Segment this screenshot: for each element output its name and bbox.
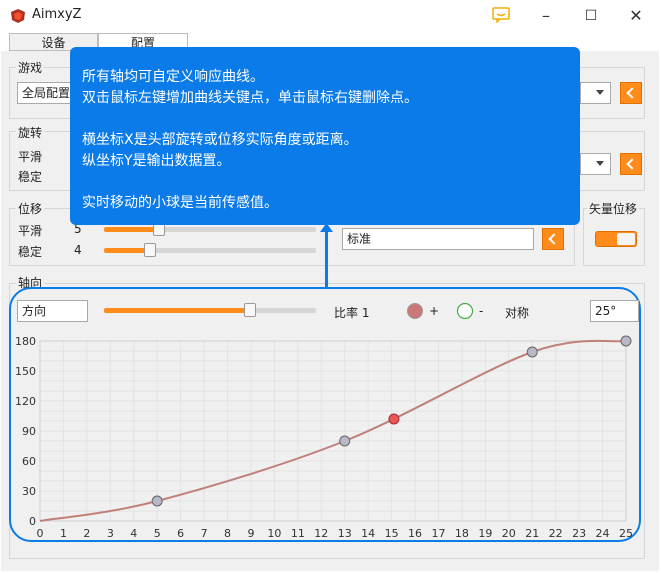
x-tick-labels: 0 1 2 3 4 5 6 7 8 9 10 11 12 13 14 15 16 17 18 19 20 21 22 23 24… xyxy=(37,527,634,540)
x-tick-label: 16 xyxy=(408,527,422,540)
minimize-button[interactable]: – xyxy=(532,4,560,28)
x-tick-label: 9 xyxy=(247,527,254,540)
game-select[interactable]: 全局配置 xyxy=(17,82,72,104)
ratio-fill xyxy=(104,308,250,313)
response-curve-chart[interactable]: 0306090120150180 0 1 2 3 4 5 6 7 8 9 10 11 12 13 14 15 1… xyxy=(0,330,661,545)
rotation-preset-select[interactable] xyxy=(580,153,611,175)
tooltip-line: 横坐标X是头部旋转或位移实际角度或距离。 xyxy=(82,132,358,148)
y-tick-label: 120 xyxy=(15,395,36,408)
tooltip-line: 所有轴均可自定义响应曲线。 xyxy=(82,69,264,85)
y-tick-label: 150 xyxy=(15,365,36,378)
x-tick-label: 24 xyxy=(596,527,610,540)
live-sensor-ball xyxy=(388,413,400,425)
rotation-group-title: 旋转 xyxy=(16,124,45,141)
add-point-label: + xyxy=(429,304,440,318)
maximize-button[interactable]: ☐ xyxy=(577,4,605,28)
x-tick-label: 3 xyxy=(107,527,114,540)
displacement-apply-button[interactable] xyxy=(542,228,564,250)
tooltip-line xyxy=(82,172,568,193)
x-tick-label: 6 xyxy=(177,527,184,540)
tooltip-connector xyxy=(325,225,328,287)
displacement-stable-value: 4 xyxy=(74,243,82,257)
y-tick-labels: 0 30 60 90 120 150 180 xyxy=(15,335,36,528)
displacement-stable-label: 稳定 xyxy=(18,245,43,259)
remove-point-radio[interactable] xyxy=(456,302,474,320)
displacement-smooth-fill xyxy=(104,227,159,232)
x-tick-label: 11 xyxy=(291,527,305,540)
y-tick-label: 0 xyxy=(29,515,36,528)
add-point-radio[interactable] xyxy=(406,302,424,320)
ratio-slider[interactable] xyxy=(244,303,256,317)
curve-keypoint[interactable] xyxy=(526,346,538,358)
rotation-smooth-label: 平滑 xyxy=(18,150,43,164)
rotation-apply-button[interactable] xyxy=(620,153,642,175)
displacement-preset-select[interactable]: 标准 xyxy=(342,228,534,250)
symmetry-label: 对称 xyxy=(505,306,530,320)
chevron-left-icon xyxy=(626,158,638,170)
x-tick-label: 21 xyxy=(525,527,539,540)
x-tick-label: 5 xyxy=(154,527,161,540)
game-group-title: 游戏 xyxy=(16,59,45,76)
game-apply-button[interactable] xyxy=(620,82,642,104)
curve-keypoint[interactable] xyxy=(151,495,163,507)
x-tick-label: 15 xyxy=(385,527,399,540)
y-tick-label: 90 xyxy=(22,425,36,438)
toggle-knob xyxy=(617,233,635,245)
x-tick-label: 7 xyxy=(201,527,208,540)
x-tick-label: 10 xyxy=(267,527,281,540)
x-tick-label: 22 xyxy=(549,527,563,540)
direction-select[interactable]: 方向 xyxy=(17,300,88,322)
tooltip-line: 实时移动的小球是当前传感值。 xyxy=(82,195,278,211)
close-button[interactable]: ✕ xyxy=(622,4,650,28)
x-tick-label: 4 xyxy=(130,527,137,540)
tooltip-arrow xyxy=(320,223,333,232)
angle-select[interactable]: 25° xyxy=(590,300,639,322)
help-tooltip: 所有轴均可自定义响应曲线。 双击鼠标左键增加曲线关键点，单击鼠标右键删除点。 横… xyxy=(70,47,580,225)
vector-displacement-toggle[interactable] xyxy=(595,231,637,247)
x-tick-label: 2 xyxy=(83,527,90,540)
tooltip-line xyxy=(82,109,568,130)
remove-point-label: - xyxy=(479,304,484,318)
y-tick-label: 60 xyxy=(22,455,36,468)
game-select-right[interactable] xyxy=(580,82,611,104)
displacement-smooth-label: 平滑 xyxy=(18,224,43,238)
ratio-label: 比率 1 xyxy=(334,306,370,320)
x-tick-label: 8 xyxy=(224,527,231,540)
displacement-group-title: 位移 xyxy=(16,200,45,217)
chart-grid xyxy=(39,340,627,522)
tooltip-line: 纵坐标Y是输出数据置。 xyxy=(82,153,231,169)
curve-keypoint[interactable] xyxy=(620,335,632,347)
x-tick-label: 18 xyxy=(455,527,469,540)
x-tick-label: 13 xyxy=(338,527,352,540)
y-tick-label: 30 xyxy=(22,485,36,498)
x-tick-label: 23 xyxy=(572,527,586,540)
window-title: AimxyZ xyxy=(32,7,82,22)
x-tick-label: 0 xyxy=(37,527,44,540)
chevron-left-icon xyxy=(548,233,560,245)
app-logo-icon xyxy=(11,9,25,23)
title-bar: AimxyZ – ☐ ✕ xyxy=(0,0,661,32)
x-tick-label: 1 xyxy=(60,527,67,540)
x-tick-label: 19 xyxy=(478,527,492,540)
curve-keypoint[interactable] xyxy=(339,435,351,447)
y-tick-label: 180 xyxy=(15,335,36,348)
x-tick-label: 12 xyxy=(314,527,328,540)
x-tick-label: 17 xyxy=(431,527,445,540)
chevron-left-icon xyxy=(626,87,638,99)
feedback-icon[interactable] xyxy=(492,7,510,24)
x-tick-label: 20 xyxy=(502,527,516,540)
vector-group-title: 矢量位移 xyxy=(587,200,640,217)
displacement-stable-slider[interactable] xyxy=(144,243,156,257)
x-tick-label: 14 xyxy=(361,527,375,540)
tooltip-line: 双击鼠标左键增加曲线关键点，单击鼠标右键删除点。 xyxy=(82,90,418,106)
rotation-stable-label: 稳定 xyxy=(18,170,43,184)
x-tick-label: 25 xyxy=(619,527,633,540)
